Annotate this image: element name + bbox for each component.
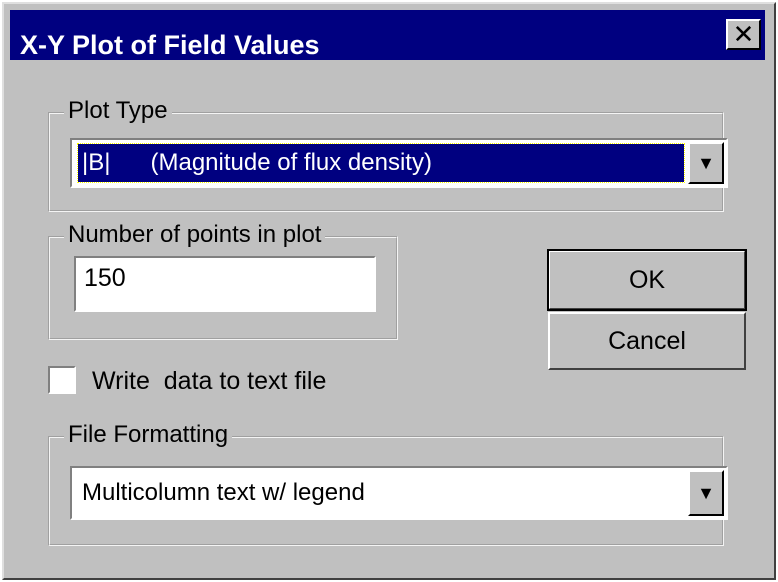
write-file-checkbox[interactable]	[48, 366, 76, 394]
plot-type-value: |B| (Magnitude of flux density)	[77, 143, 685, 183]
points-group-label: Number of points in plot	[64, 221, 326, 249]
close-icon: ✕	[732, 19, 755, 50]
plot-type-dropdown-button[interactable]: ▼	[688, 142, 724, 184]
cancel-button[interactable]: Cancel	[548, 312, 746, 370]
points-input[interactable]: 150	[74, 256, 376, 312]
close-button[interactable]: ✕	[726, 19, 761, 50]
file-formatting-dropdown-button[interactable]: ▼	[688, 470, 724, 516]
chevron-down-icon: ▼	[697, 482, 715, 503]
ok-button[interactable]: OK	[547, 249, 747, 311]
file-formatting-value: Multicolumn text w/ legend	[82, 479, 365, 506]
chevron-down-icon: ▼	[697, 152, 715, 173]
plot-type-group-label: Plot Type	[64, 97, 172, 125]
dialog-title: X-Y Plot of Field Values	[20, 30, 320, 60]
file-formatting-group-label: File Formatting	[64, 421, 233, 449]
write-file-label[interactable]: Write data to text file	[92, 366, 326, 396]
title-bar[interactable]: X-Y Plot of Field Values	[10, 10, 765, 60]
plot-type-select[interactable]: |B| (Magnitude of flux density) ▼	[70, 138, 728, 188]
file-formatting-select[interactable]: Multicolumn text w/ legend ▼	[70, 466, 728, 520]
